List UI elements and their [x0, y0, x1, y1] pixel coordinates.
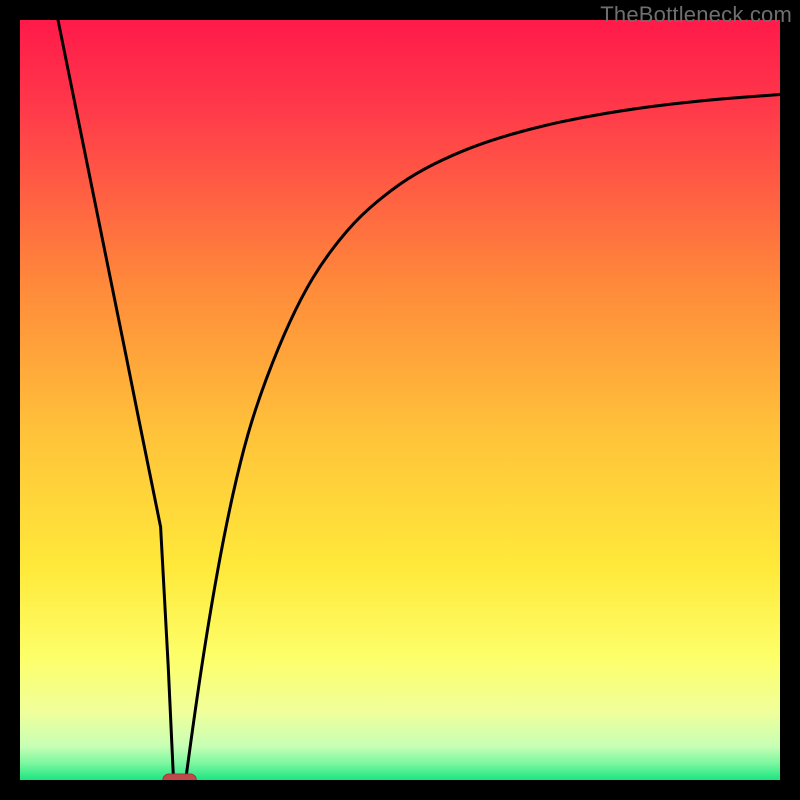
plot-area — [20, 20, 780, 780]
chart-frame: TheBottleneck.com — [0, 0, 800, 800]
optimum-pill — [163, 774, 196, 780]
watermark-text: TheBottleneck.com — [600, 2, 792, 28]
minimum-marker — [163, 774, 196, 780]
plot-svg — [20, 20, 780, 780]
